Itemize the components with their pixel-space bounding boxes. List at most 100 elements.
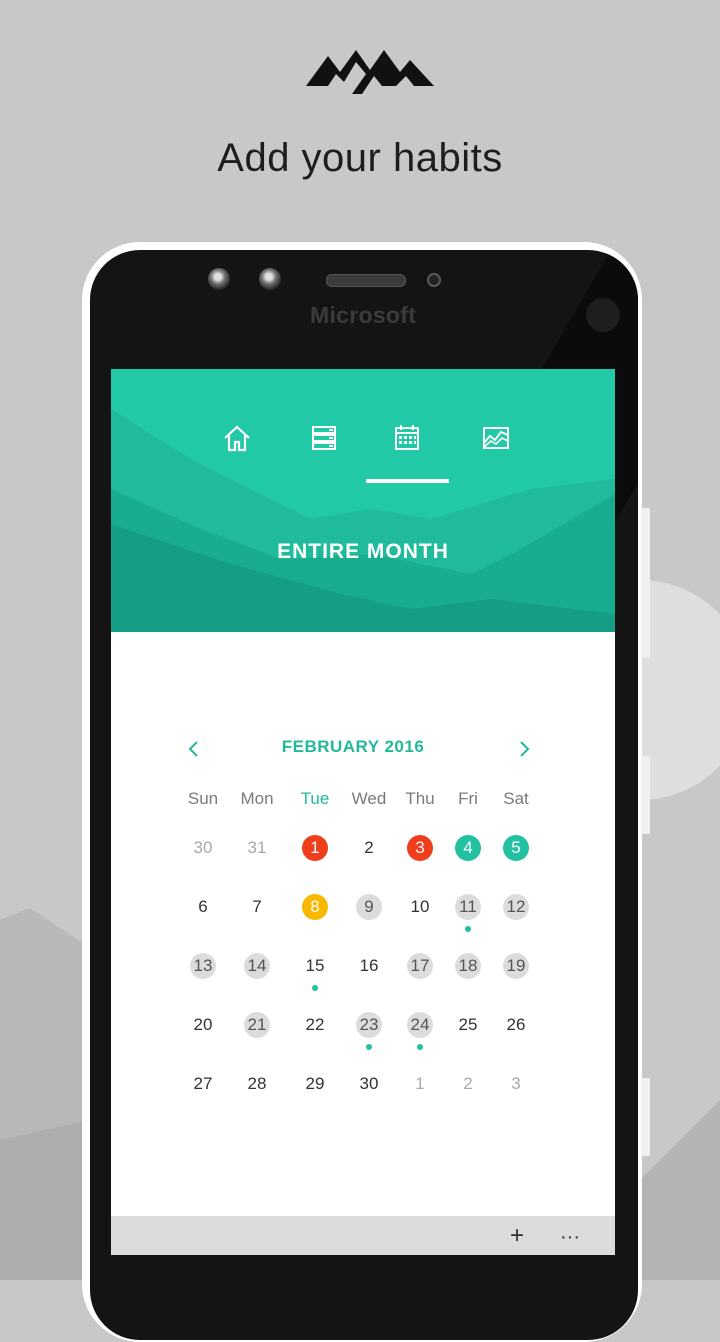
list-icon[interactable]	[307, 421, 341, 455]
day-number: 13	[190, 953, 216, 979]
calendar-day[interactable]: 16	[342, 953, 396, 983]
day-number: 30	[193, 838, 213, 857]
day-number: 11	[455, 894, 481, 920]
calendar-day[interactable]: 25	[441, 1012, 495, 1042]
chart-icon[interactable]	[479, 421, 513, 455]
camera-lens-icon	[259, 268, 281, 290]
calendar-header: FEBRUARY 2016	[111, 735, 615, 765]
habit-dot-icon	[312, 985, 318, 991]
calendar-day[interactable]: 30	[176, 835, 230, 865]
day-number: 10	[410, 897, 430, 916]
calendar-day[interactable]: 3	[489, 1071, 543, 1101]
habit-dot-icon	[465, 926, 471, 932]
calendar-day[interactable]: 31	[230, 835, 284, 865]
calendar-day[interactable]: 7	[230, 894, 284, 924]
calendar-day[interactable]: 29	[288, 1071, 342, 1101]
earpiece-speaker	[326, 274, 406, 287]
headline: Add your habits	[217, 136, 503, 180]
weekday-label: Sun	[187, 789, 219, 808]
day-number: 6	[198, 897, 208, 916]
calendar-day[interactable]: 3	[393, 835, 447, 865]
calendar-day[interactable]: 20	[176, 1012, 230, 1042]
day-number: 4	[455, 835, 481, 861]
calendar-day[interactable]: 14	[230, 953, 284, 983]
weekday-label: Sat	[503, 789, 529, 808]
calendar-day[interactable]: 27	[176, 1071, 230, 1101]
calendar-day[interactable]: 17	[393, 953, 447, 983]
calendar-icon[interactable]	[390, 421, 424, 455]
day-number: 28	[247, 1074, 267, 1093]
calendar-day[interactable]: 30	[342, 1071, 396, 1101]
day-number: 18	[455, 953, 481, 979]
nav-bar	[111, 421, 615, 461]
calendar-day[interactable]: 19	[489, 953, 543, 983]
day-number: 23	[356, 1012, 382, 1038]
calendar-day[interactable]: 10	[393, 894, 447, 924]
power-button	[641, 756, 650, 834]
day-number: 2	[463, 1074, 473, 1093]
day-number: 5	[503, 835, 529, 861]
more-button[interactable]: ···	[560, 1226, 580, 1249]
weekday-label: Wed	[351, 789, 387, 808]
day-number: 12	[503, 894, 529, 920]
day-number: 30	[359, 1074, 379, 1093]
calendar-day[interactable]: 6	[176, 894, 230, 924]
front-camera-icon	[586, 298, 620, 332]
day-number: 29	[305, 1074, 325, 1093]
calendar-day[interactable]: 2	[342, 835, 396, 865]
day-number: 7	[252, 897, 262, 916]
day-number: 3	[407, 835, 433, 861]
day-number: 1	[302, 835, 328, 861]
hero-banner: ENTIRE MONTH	[111, 369, 615, 632]
weekday-label: Mon	[240, 789, 274, 808]
calendar-day[interactable]: 18	[441, 953, 495, 983]
day-number: 25	[458, 1015, 478, 1034]
day-number: 2	[364, 838, 374, 857]
add-button[interactable]: +	[510, 1222, 524, 1250]
calendar-day[interactable]: 2	[441, 1071, 495, 1101]
calendar-day[interactable]: 24	[393, 1012, 447, 1050]
day-number: 3	[511, 1074, 521, 1093]
calendar-day[interactable]: 1	[393, 1071, 447, 1101]
day-number: 21	[244, 1012, 270, 1038]
day-number: 16	[359, 956, 379, 975]
page-title: ENTIRE MONTH	[277, 540, 449, 563]
calendar-day[interactable]: 13	[176, 953, 230, 983]
calendar-day[interactable]: 26	[489, 1012, 543, 1042]
day-number: 9	[356, 894, 382, 920]
day-number: 1	[415, 1074, 425, 1093]
calendar-day[interactable]: 23	[342, 1012, 396, 1050]
day-number: 20	[193, 1015, 213, 1034]
day-number: 14	[244, 953, 270, 979]
calendar-day[interactable]: 15	[288, 953, 342, 991]
home-icon[interactable]	[220, 421, 254, 455]
day-number: 22	[305, 1015, 325, 1034]
habit-dot-icon	[366, 1044, 372, 1050]
calendar-day[interactable]: 12	[489, 894, 543, 924]
day-number: 24	[407, 1012, 433, 1038]
active-tab-indicator	[366, 479, 449, 483]
volume-button	[641, 508, 650, 658]
day-number: 17	[407, 953, 433, 979]
weekday-label: Thu	[405, 789, 435, 808]
day-number: 27	[193, 1074, 213, 1093]
app-screen: ENTIRE MONTH FEBRUARY 2016 Sun Mon Tue Wed T…	[111, 369, 615, 1255]
calendar-day[interactable]: 9	[342, 894, 396, 924]
calendar-day[interactable]: 5	[489, 835, 543, 865]
camera-lens-icon	[208, 268, 230, 290]
proximity-sensor	[427, 273, 441, 287]
calendar-day[interactable]: 28	[230, 1071, 284, 1101]
calendar-day[interactable]: 4	[441, 835, 495, 865]
app-bar: + ···	[111, 1216, 615, 1255]
hero-mountains	[111, 409, 615, 632]
day-number: 15	[305, 956, 325, 975]
calendar-day[interactable]: 22	[288, 1012, 342, 1042]
calendar-day[interactable]: 21	[230, 1012, 284, 1042]
day-number: 31	[247, 838, 267, 857]
day-number: 19	[503, 953, 529, 979]
calendar-day[interactable]: 11	[441, 894, 495, 932]
chevron-right-icon[interactable]	[511, 735, 537, 765]
calendar-day[interactable]: 1	[288, 835, 342, 865]
calendar-day[interactable]: 8	[288, 894, 342, 924]
day-number: 26	[506, 1015, 526, 1034]
